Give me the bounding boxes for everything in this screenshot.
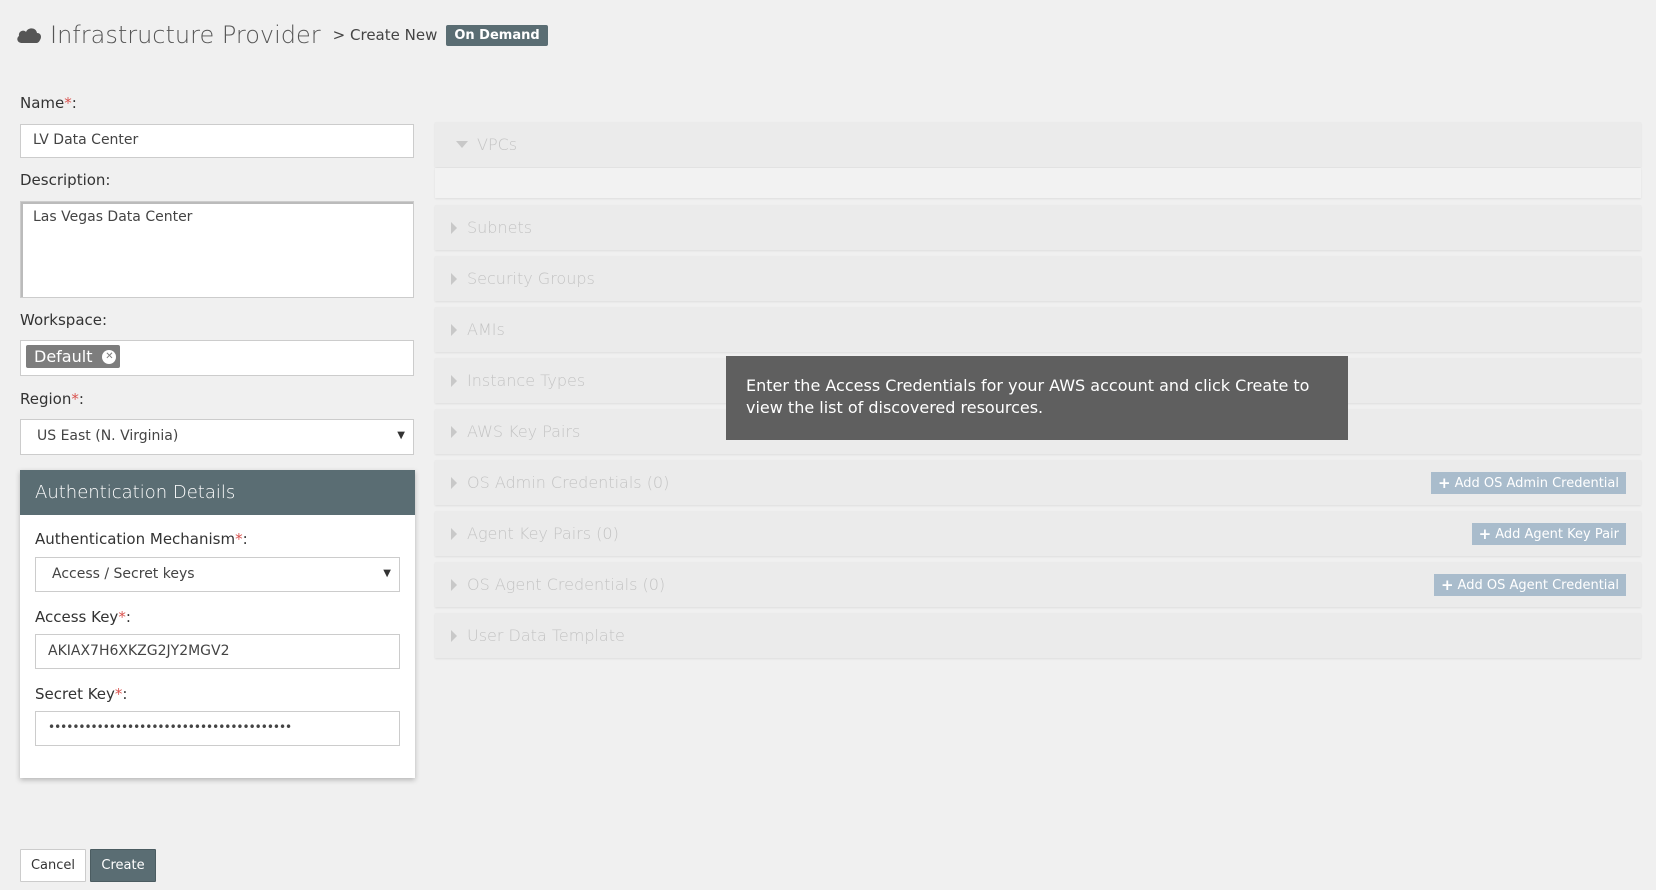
vpcs-body xyxy=(435,168,1641,198)
panel-os-agent-credentials[interactable]: OS Agent Credentials (0) + Add OS Agent … xyxy=(435,562,1641,607)
caret-right-icon xyxy=(451,630,457,642)
panel-vpcs[interactable]: VPCs xyxy=(435,122,1641,167)
close-circle-icon[interactable]: ✕ xyxy=(102,349,117,364)
name-input[interactable]: LV Data Center xyxy=(20,124,414,158)
authentication-heading: Authentication Details xyxy=(20,470,415,515)
plus-icon: + xyxy=(1478,525,1492,543)
panel-subnets[interactable]: Subnets xyxy=(435,205,1641,250)
plus-icon: + xyxy=(1440,576,1454,594)
caret-right-icon xyxy=(451,324,457,336)
description-textarea[interactable]: Las Vegas Data Center xyxy=(20,201,414,298)
caret-down-icon: ▼ xyxy=(383,568,391,579)
secret-key-label: Secret Key*: xyxy=(35,685,128,703)
panel-security-groups[interactable]: Security Groups xyxy=(435,256,1641,301)
workspace-label: Workspace: xyxy=(20,311,108,329)
workspace-tag: Default ✕ xyxy=(26,345,121,368)
region-label: Region*: xyxy=(20,390,84,408)
page-title: Infrastructure Provider xyxy=(50,21,321,49)
auth-mechanism-select[interactable]: Access / Secret keys ▼ xyxy=(35,557,400,592)
name-label: Name*: xyxy=(20,94,77,112)
panel-user-data-template[interactable]: User Data Template xyxy=(435,613,1641,658)
add-os-admin-credential-button[interactable]: + Add OS Admin Credential xyxy=(1431,472,1626,494)
caret-right-icon xyxy=(451,222,457,234)
caret-right-icon xyxy=(451,528,457,540)
cloud-icon xyxy=(17,28,41,43)
caret-right-icon xyxy=(451,579,457,591)
description-label: Description: xyxy=(20,171,111,189)
mode-badge: On Demand xyxy=(446,24,548,46)
access-key-input[interactable]: AKIAX7H6XKZG2JY2MGV2 xyxy=(35,634,400,669)
add-os-agent-credential-button[interactable]: + Add OS Agent Credential xyxy=(1433,574,1626,596)
cancel-button[interactable]: Cancel xyxy=(20,849,86,882)
access-key-label: Access Key*: xyxy=(35,608,131,626)
panel-amis[interactable]: AMIs xyxy=(435,307,1641,352)
caret-right-icon xyxy=(451,375,457,387)
caret-right-icon xyxy=(451,273,457,285)
secret-key-input[interactable]: •••••••••••••••••••••••••••••••••••••••• xyxy=(35,711,400,746)
create-button[interactable]: Create xyxy=(90,849,156,882)
caret-down-icon: ▼ xyxy=(397,430,405,441)
caret-down-icon xyxy=(456,141,468,148)
caret-right-icon xyxy=(451,477,457,489)
add-agent-key-pair-button[interactable]: + Add Agent Key Pair xyxy=(1471,523,1626,545)
page-header: Infrastructure Provider > Create New On … xyxy=(16,18,548,52)
auth-mechanism-label: Authentication Mechanism*: xyxy=(35,530,248,548)
info-tooltip: Enter the Access Credentials for your AW… xyxy=(726,356,1348,440)
breadcrumb: > Create New xyxy=(332,26,438,44)
panel-os-admin-credentials[interactable]: OS Admin Credentials (0) + Add OS Admin … xyxy=(435,460,1641,505)
caret-right-icon xyxy=(451,426,457,438)
region-select[interactable]: US East (N. Virginia) ▼ xyxy=(20,419,414,455)
plus-icon: + xyxy=(1438,474,1451,492)
authentication-panel: Authentication Details Authentication Me… xyxy=(20,470,415,778)
panel-agent-key-pairs[interactable]: Agent Key Pairs (0) + Add Agent Key Pair xyxy=(435,511,1641,556)
